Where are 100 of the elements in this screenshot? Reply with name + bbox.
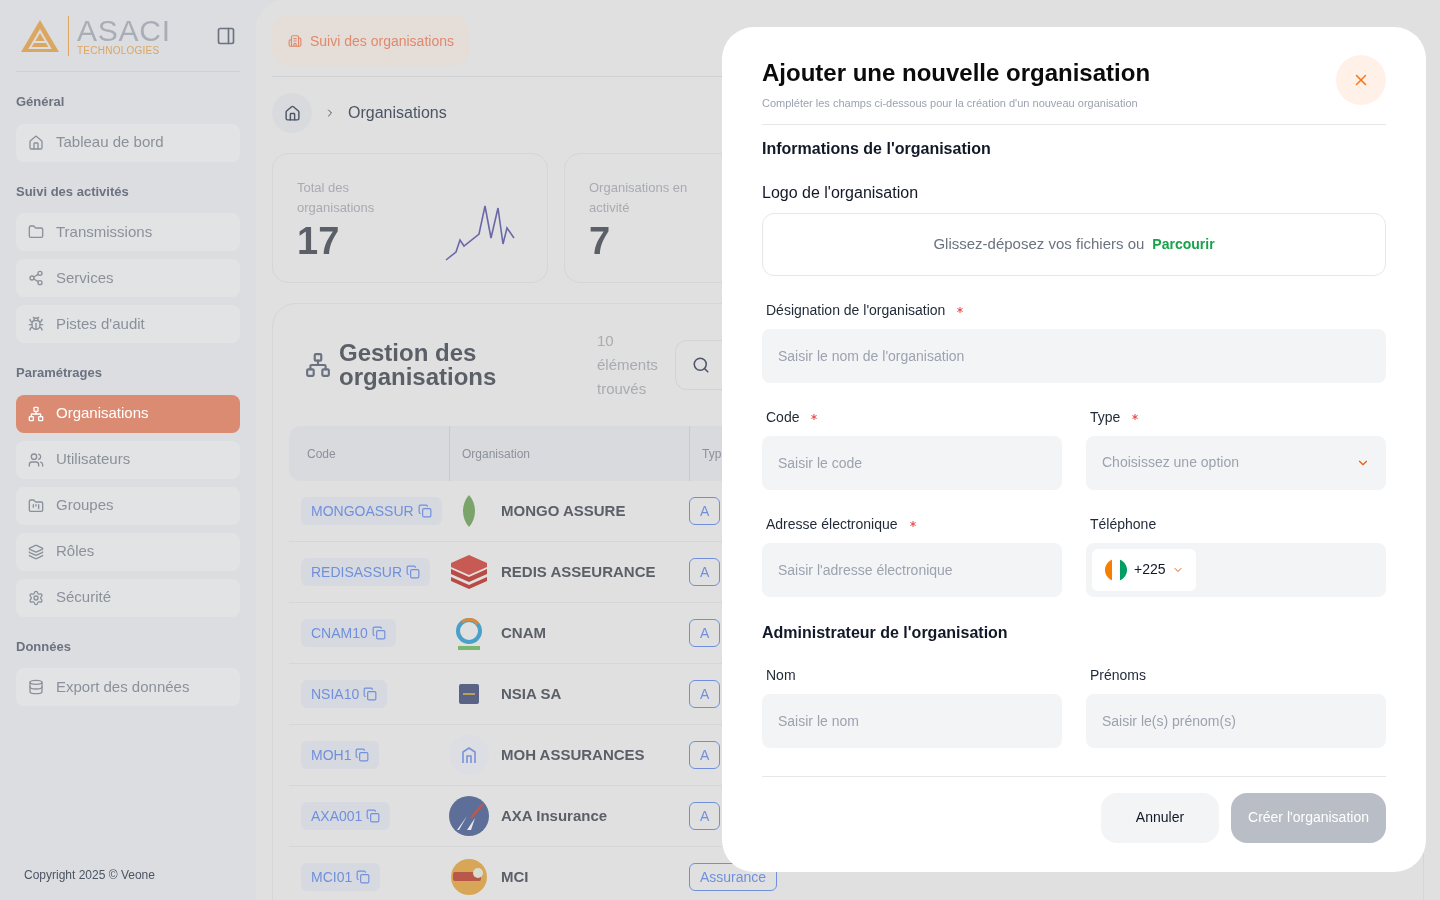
nav-item[interactable]: Groupes: [16, 486, 240, 525]
text-input[interactable]: Saisir le(s) prénom(s): [1086, 693, 1386, 748]
code-badge[interactable]: NSIA10: [301, 680, 388, 708]
field-label: Désignation de l'organisation: [766, 300, 946, 320]
nav-section-title: Suivi des activités: [16, 182, 130, 201]
nav-item[interactable]: Export des données: [16, 668, 240, 706]
type-badge: A: [689, 680, 721, 708]
settings-icon: [28, 589, 44, 606]
select-field[interactable]: Choisissez une option: [1086, 435, 1386, 490]
copy-icon: [406, 565, 421, 579]
field-label: Nom: [766, 665, 796, 685]
section-title: Administrateur de l'organisation: [762, 622, 1009, 643]
code-badge[interactable]: AXA001: [301, 802, 391, 830]
nav-section-title: Données: [16, 637, 72, 656]
modal-title: Ajouter une nouvelle organisation: [762, 58, 1151, 88]
code-badge[interactable]: MOH1: [301, 741, 380, 769]
stat-label: Total des organisations: [297, 179, 376, 217]
database-icon: [28, 679, 44, 695]
field-label: Adresse électronique: [766, 514, 898, 534]
code-badge[interactable]: MCI01: [301, 863, 381, 891]
dial-code: +225: [1134, 560, 1166, 579]
nav-item[interactable]: Organisations: [16, 394, 240, 433]
organisation-name: MOH ASSURANCES: [501, 744, 645, 765]
building-icon: [449, 735, 489, 775]
file-dropzone[interactable]: Glissez-déposez vos fichiers ou Parcourir: [762, 212, 1386, 276]
text-input[interactable]: Saisir le code: [762, 435, 1062, 490]
field-label: Logo de l'organisation: [762, 182, 920, 203]
code-badge[interactable]: MONGOASSUR: [301, 497, 442, 525]
folder-icon: [28, 224, 44, 240]
stat-value: 7: [589, 219, 611, 264]
results-count: 10 éléments trouvés: [597, 331, 659, 399]
organisation-name: AXA Insurance: [501, 805, 608, 826]
text-input[interactable]: Saisir l'adresse électronique: [762, 542, 1062, 597]
nav-item[interactable]: Pistes d'audit: [16, 305, 240, 343]
copy-icon: [371, 626, 386, 640]
stat-label: Organisations en activité: [589, 179, 689, 217]
nav-item[interactable]: Transmissions: [16, 213, 240, 251]
text-input[interactable]: Saisir le nom de l'organisation: [762, 328, 1386, 383]
copy-icon: [356, 870, 371, 884]
round-logo-icon: [451, 859, 487, 895]
organisation-name: NSIA SA: [501, 683, 562, 704]
phone-field[interactable]: +225: [1086, 542, 1386, 597]
code-badge[interactable]: REDISASSUR: [301, 558, 431, 586]
field-label: Prénoms: [1090, 665, 1147, 685]
nav-section-title: Général: [16, 93, 66, 111]
home-button[interactable]: [272, 93, 312, 133]
layers-icon: [28, 543, 44, 560]
organisation-name: MCI: [501, 866, 529, 887]
logo-tagline: TECHNOLOGIES: [77, 45, 161, 56]
organisation-name: MONGO ASSURE: [501, 500, 626, 521]
hierarchy-icon: [305, 352, 331, 378]
type-badge: A: [689, 802, 721, 830]
type-badge: A: [689, 497, 721, 525]
dropzone-text: Glissez-déposez vos fichiers ou: [933, 233, 1145, 254]
nav-item[interactable]: Tableau de bord: [16, 123, 240, 162]
country-select[interactable]: +225: [1092, 548, 1196, 591]
breadcrumb-item[interactable]: Organisations: [348, 101, 447, 125]
copy-icon: [366, 809, 381, 823]
field-label: Code: [766, 407, 800, 427]
nav-item[interactable]: Utilisateurs: [16, 440, 240, 479]
text-input[interactable]: Saisir le nom: [762, 693, 1062, 748]
copy-icon: [417, 504, 432, 518]
stat-value: 17: [297, 219, 340, 264]
stripe-circle-icon: [449, 796, 489, 836]
field-label: Téléphone: [1090, 514, 1157, 534]
code-badge[interactable]: CNAM10: [301, 619, 396, 647]
nav-item[interactable]: Rôles: [16, 532, 240, 571]
nav-section-title: Paramétrages: [16, 364, 103, 382]
column-header: Organisation: [462, 445, 531, 463]
logo-mark-icon: [20, 18, 60, 53]
copyright-text: Copyright 2025 © Veone: [23, 867, 156, 884]
browse-link[interactable]: Parcourir: [1152, 233, 1215, 255]
modal-subtitle: Compléter les champs ci-dessous pour la création d'un nouveau organisation: [762, 96, 1139, 111]
type-badge: A: [689, 558, 721, 586]
share-icon: [28, 270, 44, 286]
building-icon: [288, 34, 302, 48]
stack-icon: [449, 555, 489, 589]
organisation-name: REDIS ASSEURANCE: [501, 561, 656, 582]
cancel-button[interactable]: Annuler: [1101, 792, 1219, 843]
select-placeholder: Choisissez une option: [1102, 453, 1239, 472]
column-header: Typ: [702, 445, 722, 463]
list-title: Gestion des organisations: [339, 341, 498, 389]
home-icon: [283, 104, 301, 122]
nav-item[interactable]: Services: [16, 259, 240, 297]
section-title: Informations de l'organisation: [762, 138, 992, 159]
copy-icon: [355, 748, 370, 762]
hierarchy-icon: [28, 405, 44, 422]
square-logo-icon: [459, 684, 479, 704]
nav-item[interactable]: Sécurité: [16, 578, 240, 617]
folder-icon: [28, 497, 44, 514]
organisation-name: CNAM: [501, 622, 546, 643]
home-icon: [28, 134, 44, 151]
field-label: Type: [1090, 407, 1121, 427]
sidebar-toggle-icon[interactable]: [216, 25, 236, 46]
users-icon: [28, 451, 44, 468]
column-header: Code: [307, 445, 336, 463]
bug-icon: [28, 316, 44, 332]
type-badge: A: [689, 619, 721, 647]
search-icon: [692, 356, 710, 374]
section-tab[interactable]: Suivi des organisations: [272, 16, 470, 66]
